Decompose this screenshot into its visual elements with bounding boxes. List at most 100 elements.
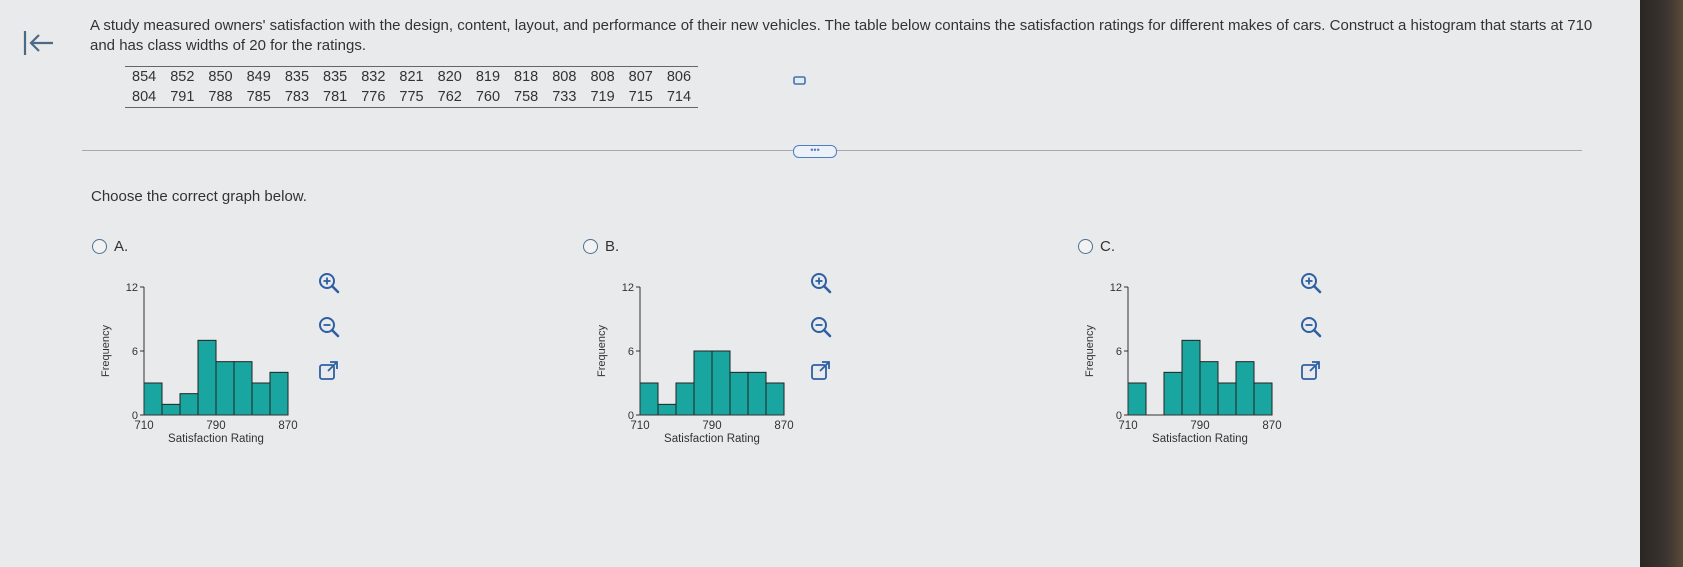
back-to-start-icon[interactable]	[22, 28, 56, 58]
zoom-out-icon[interactable]	[1298, 314, 1324, 340]
histogram-svg: 0612710 790 870Satisfaction RatingFrequenc…	[100, 282, 298, 445]
x-axis-label: Satisfaction Rating	[1152, 433, 1248, 445]
histogram-bar	[765, 382, 785, 416]
table-cell: 781	[316, 87, 355, 108]
table-cell: 852	[163, 66, 202, 87]
histogram-bar	[1181, 339, 1201, 416]
table-cell: 854	[125, 66, 164, 87]
table-cell: 715	[621, 87, 660, 108]
open-new-window-icon[interactable]	[808, 358, 834, 384]
y-axis-label: Frequency	[100, 325, 112, 377]
histogram-bar	[143, 382, 163, 416]
open-new-window-icon[interactable]	[316, 358, 342, 384]
table-cell: 820	[430, 66, 469, 87]
histogram-bar	[675, 382, 695, 416]
histogram-bar	[1127, 382, 1147, 416]
histogram-bar	[1199, 361, 1219, 416]
histogram-c: 0 6 12 710 790 870 Satisfaction Rating Frequenc…	[1076, 275, 1296, 475]
table-cell: 775	[392, 87, 431, 108]
graph-tools-a	[316, 270, 344, 402]
option-label: A.	[114, 238, 129, 255]
y-tick-label: 6	[1116, 346, 1122, 358]
table-cell: 714	[659, 87, 699, 108]
device-bezel	[1640, 0, 1683, 567]
table-cell: 760	[468, 87, 508, 108]
x-tick-label: 790	[206, 420, 225, 432]
graph-tools-c	[1298, 270, 1326, 402]
table-cell: 733	[545, 87, 584, 108]
zoom-in-icon[interactable]	[808, 270, 834, 296]
option-label: C.	[1100, 238, 1115, 255]
more-button[interactable]: •••	[793, 145, 837, 158]
table-row: 804 791 788 785 783 781 776 775 762 760 758 733 719 7…	[125, 87, 699, 108]
instruction-text: Choose the correct graph below.	[91, 188, 307, 205]
zoom-out-icon[interactable]	[316, 314, 342, 340]
table-cell: 835	[277, 66, 317, 87]
histogram-b: 0 6 12 710 790 870 Satisfaction Rating Frequenc…	[588, 275, 808, 475]
x-tick-label: 790	[1190, 420, 1209, 432]
x-tick-label: 790	[702, 420, 721, 432]
radio-button[interactable]	[1078, 239, 1093, 254]
histogram-bar	[1217, 382, 1237, 416]
zoom-in-icon[interactable]	[316, 270, 342, 296]
table-cell: 762	[430, 87, 469, 108]
table-cell: 776	[354, 87, 393, 108]
table-cell: 783	[277, 87, 317, 108]
y-tick-label: 12	[1110, 282, 1122, 294]
table-cell: 850	[201, 66, 240, 87]
table-cell: 835	[316, 66, 355, 87]
option-a[interactable]: A.	[92, 238, 128, 255]
table-cell: 808	[583, 66, 622, 87]
histogram-bar	[1163, 371, 1183, 416]
y-tick-label: 12	[126, 282, 138, 294]
x-tick-label: 870	[278, 420, 297, 432]
y-tick-label: 6	[628, 346, 634, 358]
table-cell: 808	[545, 66, 584, 87]
table-cell: 819	[468, 66, 508, 87]
table-cell: 806	[659, 66, 699, 87]
table-cell: 788	[201, 87, 240, 108]
histogram-svg: 0612710 790 870Satisfaction RatingFrequenc…	[596, 282, 794, 445]
copy-data-icon[interactable]	[793, 73, 807, 85]
histogram-bar	[639, 382, 659, 416]
y-tick-label: 12	[622, 282, 634, 294]
table-cell: 804	[125, 87, 164, 108]
histogram-bar	[269, 371, 289, 416]
table-cell: 719	[583, 87, 622, 108]
histogram-bar	[179, 393, 199, 416]
x-tick-label: 710	[630, 420, 649, 432]
option-b[interactable]: B.	[583, 238, 619, 255]
histogram-bar	[711, 350, 731, 416]
option-label: B.	[605, 238, 620, 255]
histogram-bar	[747, 371, 767, 416]
table-cell: 821	[392, 66, 431, 87]
table-cell: 807	[621, 66, 660, 87]
graph-tools-b	[808, 270, 836, 402]
histogram-bar	[657, 403, 677, 416]
table-row: 854 852 850 849 835 835 832 821 820 819 818 808 808 8…	[125, 66, 699, 87]
radio-button[interactable]	[92, 239, 107, 254]
histogram-bar	[693, 350, 713, 416]
ratings-table: 854 852 850 849 835 835 832 821 820 819 818 808 808 8…	[125, 66, 699, 108]
question-prompt: A study measured owners' satisfaction wi…	[90, 17, 1593, 54]
zoom-out-icon[interactable]	[808, 314, 834, 340]
histogram-svg: 0612710 790 870Satisfaction RatingFrequenc…	[1084, 282, 1282, 445]
radio-button[interactable]	[583, 239, 598, 254]
option-c[interactable]: C.	[1078, 238, 1115, 255]
table-cell: 791	[163, 87, 202, 108]
table-cell: 758	[507, 87, 546, 108]
histogram-bar	[251, 382, 271, 416]
open-new-window-icon[interactable]	[1298, 358, 1324, 384]
table-cell: 818	[507, 66, 546, 87]
x-tick-label: 710	[1118, 420, 1137, 432]
zoom-in-icon[interactable]	[1298, 270, 1324, 296]
x-axis-label: Satisfaction Rating	[664, 433, 760, 445]
table-cell: 785	[239, 87, 278, 108]
histogram-bar	[161, 403, 181, 416]
x-tick-label: 870	[774, 420, 793, 432]
histogram-bar	[233, 361, 253, 416]
histogram-bar	[1253, 382, 1273, 416]
y-axis-label: Frequency	[596, 325, 608, 377]
histogram-bar	[215, 361, 235, 416]
histogram-bar	[197, 339, 217, 416]
